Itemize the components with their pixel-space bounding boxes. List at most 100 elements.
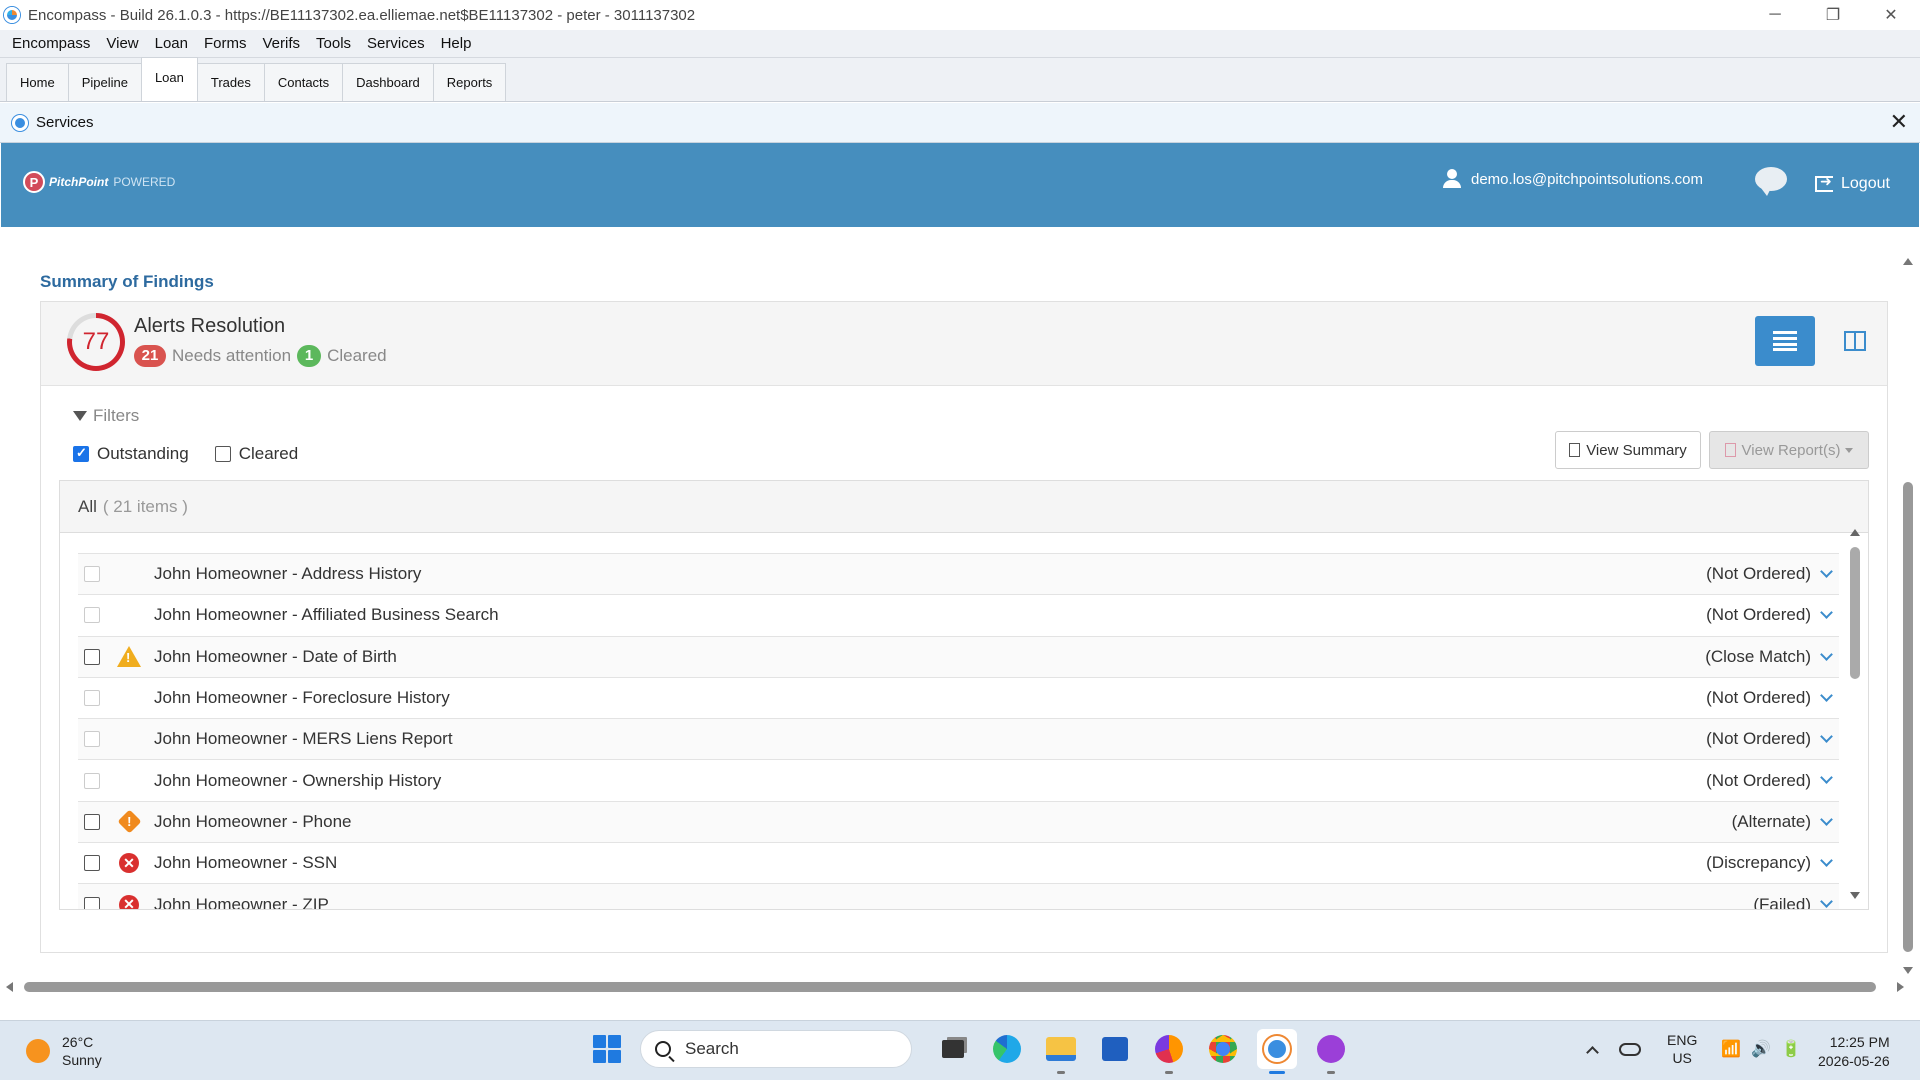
minimize-button[interactable]: ─ (1746, 0, 1804, 30)
row-label: John Homeowner - Ownership History (154, 770, 442, 790)
chevron-down-icon[interactable] (1820, 895, 1833, 909)
scroll-up-icon[interactable] (1850, 529, 1860, 536)
view-summary-label: View Summary (1586, 441, 1687, 459)
row-checkbox[interactable] (84, 648, 100, 665)
list-scrollbar[interactable] (1848, 529, 1862, 899)
start-button[interactable] (587, 1029, 627, 1069)
columns-view-button[interactable] (1831, 316, 1879, 366)
needs-attention-label: Needs attention (172, 346, 292, 365)
tab-trades[interactable]: Trades (196, 63, 265, 101)
list-scroll-thumb[interactable] (1850, 547, 1860, 679)
services-panel-header: Services ✕ (0, 103, 1920, 143)
row-checkbox[interactable] (84, 896, 100, 909)
weather-condition: Sunny (62, 1052, 102, 1068)
page-horizontal-scrollbar[interactable] (6, 980, 1904, 994)
menu-services[interactable]: Services (359, 35, 433, 52)
battery-icon[interactable]: 🔋 (1781, 1039, 1801, 1059)
needs-attention-badge: 21 (134, 345, 166, 367)
list-item[interactable]: ! John Homeowner - Phone (Alternate) (78, 800, 1839, 843)
scroll-down-icon[interactable] (1903, 967, 1913, 974)
language-indicator[interactable]: ENG US (1667, 1031, 1697, 1067)
filter-cleared[interactable]: Cleared (214, 444, 298, 464)
tab-reports[interactable]: Reports (432, 63, 507, 101)
menu-view[interactable]: View (98, 35, 146, 52)
chevron-down-icon[interactable] (1820, 730, 1833, 744)
list-item[interactable]: ✕ John Homeowner - ZIP (Failed) (78, 883, 1839, 909)
page-vertical-scrollbar[interactable] (1900, 258, 1916, 974)
clock-time: 12:25 PM (1829, 1034, 1890, 1050)
menu-help[interactable]: Help (433, 35, 480, 52)
taskbar-apps: Search (580, 1029, 1358, 1074)
chevron-down-icon[interactable] (1820, 689, 1833, 702)
view-summary-button[interactable]: View Summary (1555, 431, 1701, 469)
logout-button[interactable]: Logout (1815, 173, 1890, 193)
list-view-button[interactable] (1755, 316, 1815, 366)
taskbar-search[interactable]: Search (640, 1030, 912, 1068)
row-status: (Close Match) (1705, 646, 1811, 666)
chevron-down-icon[interactable] (1820, 647, 1833, 661)
chevron-up-icon[interactable] (1586, 1045, 1599, 1059)
app-icon[interactable] (1311, 1029, 1351, 1074)
tab-contacts[interactable]: Contacts (263, 63, 344, 101)
view-reports-button[interactable]: View Report(s) (1709, 431, 1869, 469)
menu-verifs[interactable]: Verifs (255, 35, 309, 52)
clock-date: 2026-05-26 (1818, 1053, 1890, 1069)
list-item[interactable]: ✕ John Homeowner - SSN (Discrepancy) (78, 842, 1839, 883)
chat-icon[interactable] (1755, 167, 1787, 196)
store-icon[interactable] (1095, 1029, 1135, 1069)
filter-outstanding[interactable]: Outstanding (73, 444, 189, 464)
tab-loan[interactable]: Loan (140, 57, 198, 101)
volume-icon[interactable]: 🔊 (1751, 1039, 1771, 1059)
chevron-down-icon[interactable] (1820, 854, 1833, 867)
chevron-down-icon[interactable] (1820, 812, 1833, 826)
scroll-down-icon[interactable] (1850, 892, 1860, 899)
task-view-icon[interactable] (933, 1029, 973, 1069)
cleared-checkbox[interactable] (214, 446, 231, 462)
list-item[interactable]: John Homeowner - Address History (Not Or… (78, 553, 1839, 595)
services-close-button[interactable]: ✕ (1890, 109, 1908, 135)
row-checkbox[interactable] (84, 855, 100, 872)
cloud-icon[interactable] (1619, 1042, 1641, 1056)
list-item[interactable]: John Homeowner - Foreclosure History (No… (78, 676, 1839, 718)
error-circle-icon: ✕ (119, 894, 139, 909)
row-checkbox[interactable] (84, 813, 100, 830)
tab-pipeline[interactable]: Pipeline (67, 63, 142, 101)
chevron-down-icon[interactable] (1820, 565, 1833, 578)
page-vscroll-thumb[interactable] (1903, 482, 1913, 952)
row-status: (Not Ordered) (1706, 605, 1811, 625)
user-account[interactable]: demo.los@pitchpointsolutions.com (1443, 169, 1703, 189)
list-item[interactable]: John Homeowner - Date of Birth (Close Ma… (78, 635, 1839, 677)
list-item[interactable]: John Homeowner - Ownership History (Not … (78, 759, 1839, 800)
outstanding-checkbox[interactable] (73, 445, 89, 462)
page-hscroll-thumb[interactable] (24, 982, 1876, 992)
firefox-icon[interactable] (1149, 1029, 1189, 1074)
chevron-down-icon[interactable] (1820, 606, 1833, 620)
chevron-down-icon[interactable] (1820, 771, 1833, 785)
logout-icon (1815, 173, 1833, 192)
row-status: (Not Ordered) (1706, 770, 1811, 790)
scroll-up-icon[interactable] (1903, 258, 1913, 265)
restore-button[interactable]: ❐ (1804, 0, 1862, 30)
chrome-icon[interactable] (1203, 1029, 1243, 1069)
scroll-right-icon[interactable] (1897, 982, 1904, 992)
weather-temperature: 26°C (62, 1034, 94, 1050)
scroll-left-icon[interactable] (6, 982, 13, 992)
weather-widget[interactable]: 26°C Sunny (26, 1033, 102, 1069)
list-item[interactable]: John Homeowner - Affiliated Business Sea… (78, 594, 1839, 635)
encompass-icon[interactable] (1257, 1029, 1297, 1074)
close-window-button[interactable]: ✕ (1862, 0, 1920, 30)
menu-loan[interactable]: Loan (147, 35, 196, 52)
edge-icon[interactable] (987, 1029, 1027, 1069)
error-circle-icon: ✕ (119, 853, 139, 874)
list-item[interactable]: John Homeowner - MERS Liens Report (Not … (78, 718, 1839, 760)
menu-encompass[interactable]: Encompass (4, 35, 98, 52)
menu-forms[interactable]: Forms (196, 35, 255, 52)
search-placeholder: Search (685, 1039, 739, 1058)
wifi-icon[interactable]: 📶 (1721, 1039, 1741, 1059)
tab-dashboard[interactable]: Dashboard (342, 63, 434, 101)
file-explorer-icon[interactable] (1041, 1029, 1081, 1074)
row-label: John Homeowner - Address History (154, 564, 422, 584)
taskbar-clock[interactable]: 12:25 PM 2026-05-26 (1818, 1033, 1890, 1071)
tab-home[interactable]: Home (6, 63, 69, 101)
menu-tools[interactable]: Tools (308, 35, 359, 52)
